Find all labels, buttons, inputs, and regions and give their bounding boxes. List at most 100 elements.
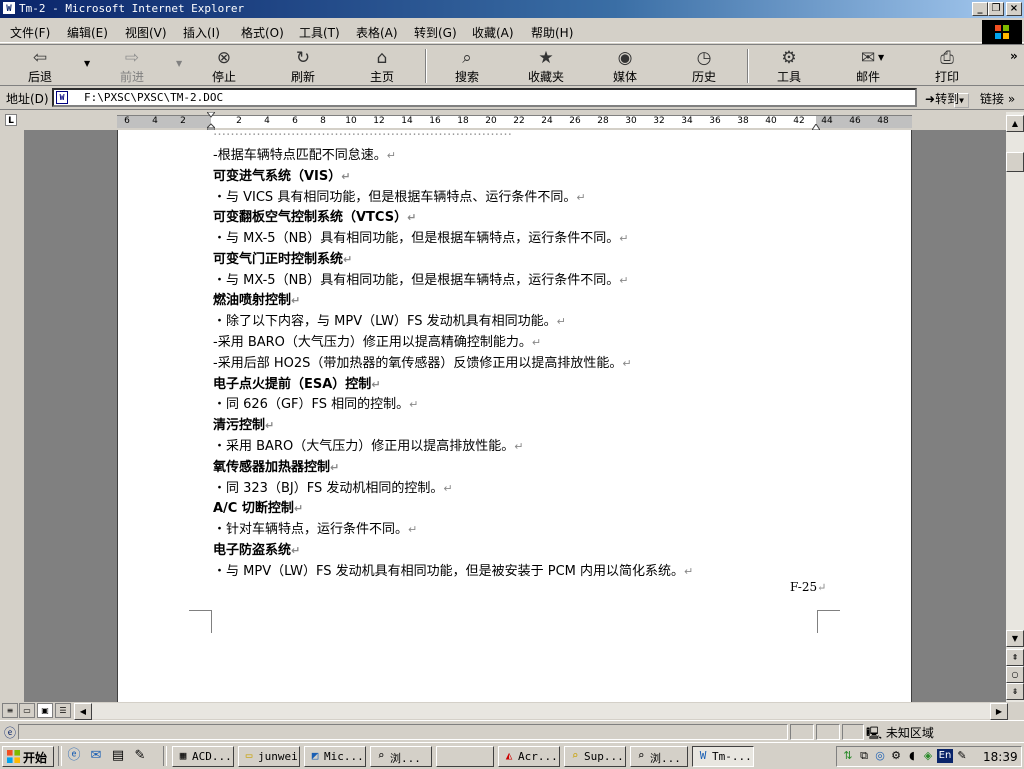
taskbar-button-junwei[interactable]: ▭ junwei — [238, 746, 300, 767]
scroll-up-button[interactable]: ▲ — [1006, 115, 1024, 132]
browse-icon: ⌕ — [377, 749, 385, 762]
media-quicklaunch-icon[interactable]: ✎ — [132, 748, 148, 764]
menu-help[interactable]: 帮助(H) — [531, 24, 573, 41]
tray-icon[interactable]: ✎ — [955, 749, 969, 763]
minimize-button[interactable]: _ — [972, 2, 988, 16]
outline-view-button[interactable]: ☰ — [55, 703, 71, 718]
menu-insert[interactable]: 插入(I) — [183, 24, 220, 41]
menu-table[interactable]: 表格(A) — [356, 24, 398, 41]
favorites-folder-icon: ★ — [538, 48, 554, 68]
doc-line: ・同 626（GF）FS 相同的控制。↵ — [213, 397, 419, 412]
taskbar-separator — [58, 746, 62, 766]
history-button[interactable]: ◷ 历史 — [676, 47, 732, 85]
ie-doc-icon[interactable]: W — [2, 1, 16, 15]
scroll-left-button[interactable]: ◀ — [74, 703, 92, 720]
ie-quicklaunch-icon[interactable]: ⓔ — [66, 748, 82, 764]
normal-view-button[interactable]: ≡ — [2, 703, 18, 718]
computer-zone-icon: 🖳 — [866, 726, 883, 740]
history-icon: ◷ — [696, 48, 712, 68]
tray-icon[interactable]: ⧉ — [857, 749, 871, 763]
web-view-button[interactable]: ▭ — [19, 703, 35, 718]
taskbar-button-browse-1[interactable]: ⌕ 浏... — [370, 746, 432, 767]
select-browse-object-button[interactable]: ○ — [1006, 666, 1024, 683]
acrobat-icon: ◭ — [505, 749, 513, 762]
outlook-quicklaunch-icon[interactable]: ✉ — [88, 748, 104, 764]
menu-favorites[interactable]: 收藏(A) — [472, 24, 514, 41]
toolbar-more-chevron[interactable]: » — [1010, 49, 1018, 63]
tray-icon[interactable]: ◈ — [921, 749, 935, 763]
menu-edit[interactable]: 编辑(E) — [67, 24, 108, 41]
volume-icon[interactable]: ◖ — [905, 749, 919, 763]
close-button[interactable]: × — [1006, 2, 1022, 16]
scroll-thumb[interactable] — [1006, 152, 1024, 172]
go-button[interactable]: ➜转到 — [925, 90, 959, 107]
ruler-number: 16 — [429, 116, 441, 126]
back-dropdown-icon[interactable]: ▼ — [84, 59, 90, 68]
menu-view[interactable]: 视图(V) — [125, 24, 167, 41]
stop-button[interactable]: ⊗ 停止 — [196, 47, 252, 85]
taskbar-button-acrobat[interactable]: ◭ Acr... — [498, 746, 560, 767]
search-button[interactable]: ⌕ 搜索 — [439, 47, 495, 85]
ruler-number: 8 — [320, 116, 326, 126]
doc-line: ・采用 BARO（大气压力）修正用以提高排放性能。↵ — [213, 439, 524, 454]
ruler-number: 22 — [513, 116, 525, 126]
taskbar-button-browse-2[interactable]: ⌕ 浏... — [630, 746, 688, 767]
print-layout-button[interactable]: ▣ — [37, 703, 53, 718]
stop-icon: ⊗ — [216, 48, 232, 68]
menu-tools[interactable]: 工具(T) — [299, 24, 340, 41]
mail-button[interactable]: ✉ 邮件 — [840, 47, 896, 85]
doc-line: -采用后部 HO2S（带加热器的氧传感器）反馈修正用以提高排放性能。↵ — [213, 356, 632, 371]
document-page[interactable]: …………………………………………………………… -根据车辆特点匹配不同怠速。↵ … — [117, 130, 912, 702]
clock[interactable]: 18:39 — [983, 750, 1018, 764]
print-icon: ⎙ — [940, 48, 954, 68]
title-bar[interactable]: W Tm-2 - Microsoft Internet Explorer _ ❐… — [0, 0, 1024, 18]
next-page-button[interactable]: ⇟ — [1006, 683, 1024, 700]
restore-button[interactable]: ❐ — [988, 2, 1004, 16]
taskbar-button-blank[interactable] — [436, 746, 494, 767]
tools-button[interactable]: ⚙ 工具 — [761, 47, 817, 85]
language-indicator[interactable]: En — [937, 749, 953, 763]
start-button[interactable]: 开始 — [2, 746, 54, 767]
show-desktop-icon[interactable]: ▤ — [110, 748, 126, 764]
ruler-number: 46 — [849, 116, 861, 126]
links-button[interactable]: 链接 » — [980, 90, 1015, 107]
ie-page-icon: ⓔ — [4, 726, 17, 740]
tab-stop-selector[interactable]: L — [5, 114, 17, 126]
scroll-down-button[interactable]: ▼ — [1006, 630, 1024, 647]
toolbar-separator — [425, 49, 427, 83]
ruler-number: 44 — [821, 116, 833, 126]
vertical-scrollbar[interactable]: ▲ ▼ ⇞ ○ ⇟ — [1006, 112, 1024, 702]
ruler-number: 12 — [373, 116, 385, 126]
doc-line: ・针对车辆特点，运行条件不同。↵ — [213, 522, 418, 537]
outlook-icon: ◩ — [311, 749, 319, 762]
indent-marker[interactable] — [205, 111, 217, 131]
menu-format[interactable]: 格式(O) — [241, 24, 284, 41]
back-button[interactable]: ⇦ 后退 — [12, 47, 68, 85]
refresh-button[interactable]: ↻ 刷新 — [275, 47, 331, 85]
network-tray-icon[interactable]: ⇅ — [841, 749, 855, 763]
taskbar-button-mic[interactable]: ◩ Mic... — [304, 746, 366, 767]
taskbar-button-acdsee[interactable]: ▦ ACD... — [172, 746, 234, 767]
ruler-number: 32 — [653, 116, 665, 126]
address-input[interactable]: W F:\PXSC\PXSC\TM-2.DOC ▼ — [52, 88, 969, 108]
previous-page-button[interactable]: ⇞ — [1006, 649, 1024, 666]
tray-icon[interactable]: ◎ — [873, 749, 887, 763]
media-button[interactable]: ◉ 媒体 — [597, 47, 653, 85]
forward-button[interactable]: ⇨ 前进 — [104, 47, 160, 85]
ruler-number: 2 — [236, 116, 242, 126]
menu-goto[interactable]: 转到(G) — [414, 24, 457, 41]
taskbar-button-sup[interactable]: ⌕ Sup... — [564, 746, 626, 767]
home-button[interactable]: ⌂ 主页 — [354, 47, 410, 85]
scroll-right-button[interactable]: ▶ — [990, 703, 1008, 720]
mail-dropdown-icon[interactable]: ▼ — [878, 53, 884, 62]
taskbar-button-tm2[interactable]: W Tm-... — [692, 746, 754, 767]
media-icon: ◉ — [617, 48, 633, 68]
forward-dropdown-icon[interactable]: ▼ — [176, 59, 182, 68]
tray-icon[interactable]: ⚙ — [889, 749, 903, 763]
print-button[interactable]: ⎙ 打印 — [919, 47, 975, 85]
favorites-button[interactable]: ★ 收藏夹 — [518, 47, 574, 85]
doc-line: ・同 323（BJ）FS 发动机相同的控制。↵ — [213, 481, 453, 496]
status-panel — [816, 724, 840, 740]
menu-file[interactable]: 文件(F) — [10, 24, 50, 41]
horizontal-scroll-track[interactable] — [92, 703, 990, 719]
